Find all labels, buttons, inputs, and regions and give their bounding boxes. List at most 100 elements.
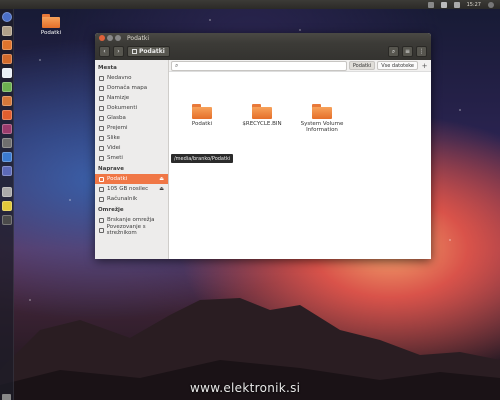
back-button[interactable]: ‹ — [99, 46, 110, 57]
folder-icon — [192, 104, 212, 119]
sidebar-section-title: Mesta — [98, 65, 117, 71]
trash-icon — [99, 155, 104, 161]
chevron-left-icon: ‹ — [103, 48, 106, 55]
grid-icon: ⋮ — [418, 48, 425, 55]
sidebar-item-label: Domača mapa — [107, 85, 148, 91]
sidebar-item-label: Brskanje omrežja — [107, 217, 155, 223]
file-item[interactable]: System Volume Information — [297, 104, 347, 133]
launcher — [0, 9, 14, 400]
folder-icon — [252, 104, 272, 119]
image-icon — [99, 135, 104, 141]
trash-icon[interactable] — [2, 394, 11, 400]
watermark: www.elektronik.si — [190, 381, 301, 395]
folder-icon — [42, 14, 60, 28]
eject-icon[interactable]: ⏏ — [159, 176, 164, 182]
sidebar-item-recent[interactable]: Nedavno — [95, 73, 168, 83]
gear-icon[interactable] — [488, 1, 494, 8]
forward-button[interactable]: › — [113, 46, 124, 57]
sidebar-item-label: Dokumenti — [107, 105, 138, 111]
volume-icon[interactable] — [453, 1, 460, 8]
ubuntu-one-icon[interactable] — [2, 124, 12, 134]
clock-icon — [99, 75, 104, 81]
sidebar-item-label: Podatki — [107, 176, 128, 182]
eject-icon[interactable]: ⏏ — [159, 186, 164, 192]
file-item[interactable]: $RECYCLE.BIN — [237, 104, 287, 127]
sidebar-item-label: Slike — [107, 135, 120, 141]
desktop-icon-label: Podatki — [40, 30, 62, 36]
sidebar-item-home[interactable]: Domača mapa — [95, 83, 168, 93]
workspace-icon[interactable] — [2, 215, 12, 225]
sidebar-item-label: 105 GB nosilec — [107, 186, 149, 192]
drive-icon — [132, 49, 137, 54]
usb-drive-icon[interactable] — [2, 201, 12, 211]
sidebar-item-label: Računalnik — [107, 196, 138, 202]
network-icon — [99, 217, 104, 223]
software-center-icon[interactable] — [2, 110, 12, 120]
browser-icon[interactable] — [2, 54, 12, 64]
sidebar-item-connect-server[interactable]: Povezovanje s strežnikom — [95, 224, 168, 236]
sidebar-item-computer[interactable]: Računalnik — [95, 194, 168, 204]
sidebar-item-downloads[interactable]: Prejemi — [95, 123, 168, 133]
search-icon: ⌕ — [391, 47, 396, 55]
path-button[interactable]: Podatki — [127, 46, 170, 57]
file-manager-window: Podatki ‹ › Podatki ⌕ ≡ ⋮ Mesta Nedavno … — [95, 33, 431, 259]
sidebar-item-label: Smeti — [107, 155, 123, 161]
sidebar-item-documents[interactable]: Dokumenti — [95, 103, 168, 113]
sidebar-item-music[interactable]: Glasba — [95, 113, 168, 123]
files-icon[interactable] — [2, 26, 12, 36]
mail-icon[interactable] — [427, 1, 434, 8]
view-list-button[interactable]: ≡ — [402, 46, 413, 57]
window-title: Podatki — [127, 34, 150, 42]
desktop-icon-podatki[interactable]: Podatki — [34, 14, 68, 36]
server-icon — [99, 227, 104, 233]
settings-icon[interactable] — [2, 138, 12, 148]
sidebar-item-trash[interactable]: Smeti — [95, 153, 168, 163]
home-icon — [99, 85, 104, 91]
sidebar-item-label: Glasba — [107, 115, 126, 121]
minimize-button[interactable] — [107, 35, 113, 41]
sidebar-item-podatki[interactable]: Podatki ⏏ — [95, 174, 168, 184]
search-button[interactable]: ⌕ — [388, 46, 399, 57]
search-icon: ⌕ — [175, 61, 179, 69]
dash-icon[interactable] — [2, 12, 12, 22]
path-button-label: Podatki — [139, 48, 165, 55]
impress-icon[interactable] — [2, 96, 12, 106]
search-scope-all[interactable]: Vse datoteke — [377, 61, 418, 70]
help-icon[interactable] — [2, 166, 12, 176]
sidebar-item-label: Nedavno — [107, 75, 132, 81]
app-icon[interactable] — [2, 152, 12, 162]
sidebar-section-title: Omrežje — [98, 207, 124, 213]
drive-icon[interactable] — [2, 187, 12, 197]
sidebar-item-105gb[interactable]: 105 GB nosilec ⏏ — [95, 184, 168, 194]
chevron-right-icon: › — [117, 48, 120, 55]
video-icon — [99, 145, 104, 151]
search-input[interactable]: ⌕ — [171, 60, 347, 71]
sidebar: Mesta Nedavno Domača mapa Namizje Dokume… — [95, 60, 169, 259]
sidebar-item-label: Povezovanje s strežnikom — [106, 224, 146, 236]
calc-icon[interactable] — [2, 82, 12, 92]
download-icon — [99, 125, 104, 131]
wallpaper-mountains — [0, 298, 500, 400]
sidebar-item-pictures[interactable]: Slike — [95, 133, 168, 143]
search-scope-current[interactable]: Podatki — [348, 61, 376, 70]
sidebar-item-label: Prejemi — [107, 125, 128, 131]
file-name: $RECYCLE.BIN — [242, 121, 282, 127]
maximize-button[interactable] — [115, 35, 121, 41]
battery-icon[interactable] — [440, 1, 447, 8]
drive-icon — [99, 176, 104, 182]
folder-icon[interactable] — [2, 40, 12, 50]
window-titlebar[interactable]: Podatki — [95, 33, 431, 43]
sidebar-item-label: Namizje — [107, 95, 130, 101]
document-icon — [99, 105, 104, 111]
sidebar-item-desktop[interactable]: Namizje — [95, 93, 168, 103]
clock[interactable]: 15:27 — [467, 2, 481, 8]
file-item[interactable]: Podatki — [177, 104, 227, 127]
close-button[interactable] — [99, 35, 105, 41]
view-grid-button[interactable]: ⋮ — [416, 46, 427, 57]
sidebar-item-label: Videi — [107, 145, 121, 151]
add-criteria-button[interactable]: + — [420, 61, 429, 70]
writer-icon[interactable] — [2, 68, 12, 78]
desktop-icon — [99, 95, 104, 101]
sidebar-item-videos[interactable]: Videi — [95, 143, 168, 153]
path-tooltip: /media/branko/Podatki — [171, 154, 234, 163]
